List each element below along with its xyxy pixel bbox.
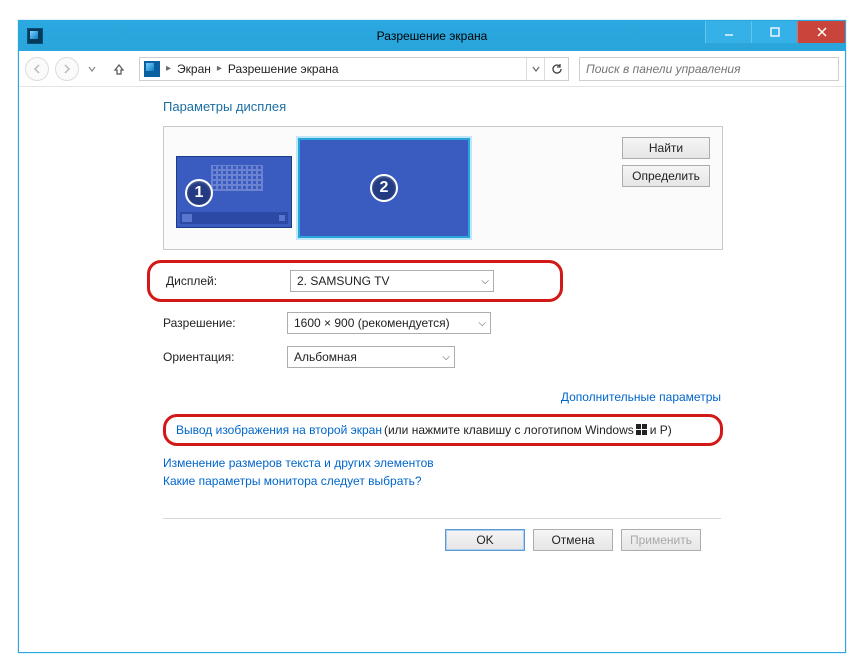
nav-bar: ▸ Экран ▸ Разрешение экрана — [19, 51, 845, 87]
breadcrumb-sep-icon: ▸ — [166, 63, 171, 74]
up-button[interactable] — [109, 59, 129, 79]
search-box[interactable] — [579, 57, 839, 81]
content-area: Параметры дисплея 1 2 Найт — [19, 87, 845, 652]
close-button[interactable] — [797, 21, 845, 43]
find-button[interactable]: Найти — [622, 137, 710, 159]
breadcrumb-item[interactable]: Экран — [177, 62, 211, 76]
chevron-down-icon: ⌵ — [478, 318, 486, 329]
resolution-select[interactable]: 1600 × 900 (рекомендуется) ⌵ — [287, 312, 491, 334]
display-select[interactable]: 2. SAMSUNG TV ⌵ — [290, 270, 494, 292]
back-button[interactable] — [25, 57, 49, 81]
chevron-down-icon: ⌵ — [481, 276, 489, 287]
project-second-screen-link[interactable]: Вывод изображения на второй экран — [176, 423, 382, 437]
display-select-value: 2. SAMSUNG TV — [297, 274, 389, 288]
refresh-button[interactable] — [544, 58, 568, 80]
apply-button[interactable]: Применить — [621, 529, 701, 551]
chevron-down-icon: ⌵ — [442, 352, 450, 363]
breadcrumb-sep-icon: ▸ — [217, 63, 222, 74]
advanced-params-link[interactable]: Дополнительные параметры — [561, 390, 721, 404]
search-input[interactable] — [586, 62, 832, 76]
monitor-number-badge: 1 — [185, 179, 213, 207]
window-frame: Разрешение экрана — [18, 20, 846, 653]
resolution-select-value: 1600 × 900 (рекомендуется) — [294, 316, 450, 330]
project-row-highlight: Вывод изображения на второй экран (или н… — [163, 414, 723, 446]
display-preview-panel: 1 2 Найти Определить — [163, 126, 723, 250]
orientation-select[interactable]: Альбомная ⌵ — [287, 346, 455, 368]
section-title: Параметры дисплея — [163, 99, 845, 114]
cancel-button[interactable]: Отмена — [533, 529, 613, 551]
display-label: Дисплей: — [160, 274, 290, 288]
app-icon — [27, 28, 43, 44]
location-icon — [144, 61, 160, 77]
ok-button[interactable]: OK — [445, 529, 525, 551]
minimize-button[interactable] — [705, 21, 751, 43]
windows-logo-icon — [636, 424, 648, 436]
monitor-1[interactable]: 1 — [176, 156, 292, 228]
monitor-number-badge: 2 — [370, 174, 398, 202]
titlebar: Разрешение экрана — [19, 21, 845, 51]
project-text: (или нажмите клавишу с логотипом Windows — [384, 423, 634, 437]
orientation-label: Ориентация: — [163, 350, 287, 364]
dialog-buttons: OK Отмена Применить — [163, 518, 721, 551]
resolution-label: Разрешение: — [163, 316, 287, 330]
address-bar[interactable]: ▸ Экран ▸ Разрешение экрана — [139, 57, 569, 81]
resize-text-link[interactable]: Изменение размеров текста и других элеме… — [163, 454, 723, 472]
history-dropdown[interactable] — [85, 57, 99, 81]
project-text: и P) — [650, 423, 672, 437]
display-row-highlight: Дисплей: 2. SAMSUNG TV ⌵ — [147, 260, 563, 302]
which-monitor-link[interactable]: Какие параметры монитора следует выбрать… — [163, 472, 723, 490]
orientation-select-value: Альбомная — [294, 350, 357, 364]
identify-button[interactable]: Определить — [622, 165, 710, 187]
monitor-2[interactable]: 2 — [298, 138, 470, 238]
address-dropdown[interactable] — [526, 58, 544, 80]
breadcrumb-item[interactable]: Разрешение экрана — [228, 62, 339, 76]
maximize-button[interactable] — [751, 21, 797, 43]
forward-button[interactable] — [55, 57, 79, 81]
